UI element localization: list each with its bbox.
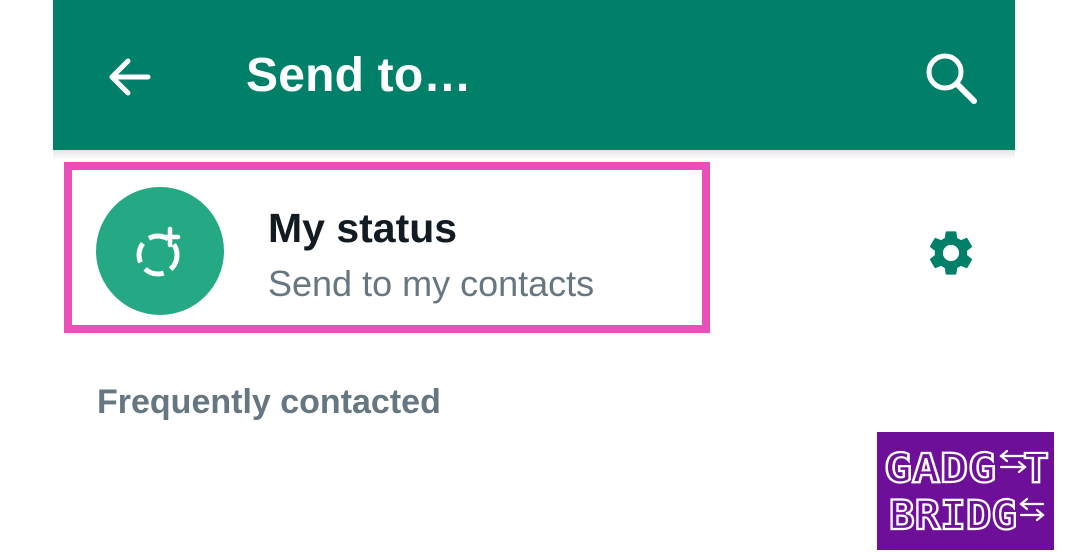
status-privacy-settings-button[interactable] bbox=[919, 221, 983, 285]
status-subtitle: Send to my contacts bbox=[268, 263, 595, 304]
arrow-back-icon bbox=[109, 58, 151, 96]
section-header-frequently-contacted: Frequently contacted bbox=[97, 383, 441, 421]
svg-text:T: T bbox=[1023, 446, 1049, 492]
svg-text:BRIDG: BRIDG bbox=[889, 493, 1017, 539]
svg-text:GADG: GADG bbox=[884, 446, 996, 492]
toolbar-shadow bbox=[53, 150, 1015, 160]
add-status-icon bbox=[136, 226, 181, 277]
gear-icon bbox=[929, 231, 973, 275]
search-button[interactable] bbox=[919, 46, 983, 110]
my-status-row[interactable]: My status Send to my contacts bbox=[53, 165, 1015, 325]
gadget-bridge-logo: GADG T BRIDG bbox=[877, 432, 1054, 550]
back-button[interactable] bbox=[103, 50, 157, 104]
status-avatar bbox=[96, 187, 224, 315]
app-toolbar: Send to… bbox=[53, 0, 1015, 150]
status-title: My status bbox=[268, 205, 458, 251]
search-icon bbox=[926, 53, 977, 104]
page-title: Send to… bbox=[246, 49, 472, 102]
